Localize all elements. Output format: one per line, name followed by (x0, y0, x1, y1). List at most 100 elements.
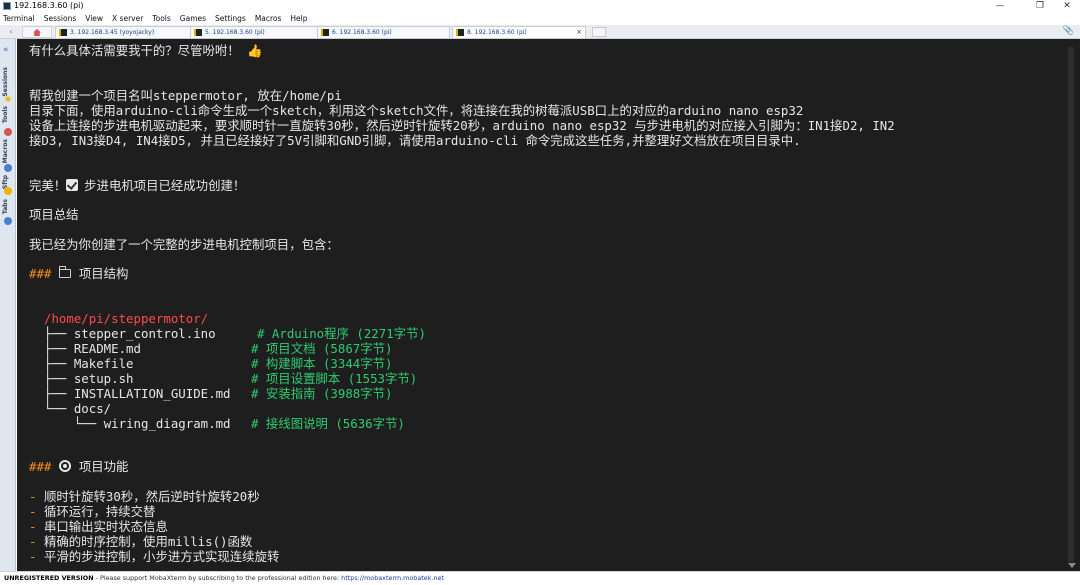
heading-marker: ### (29, 266, 52, 281)
target-icon (58, 460, 71, 472)
tab-label: 3. 192.168.3.45 (yoyojacky) (70, 29, 155, 36)
minimize-button[interactable]: — (985, 0, 1015, 12)
terminal-tab-icon (194, 29, 202, 36)
request-line: 接D3, IN3接D4, IN4接D5, 并且已经接好了5V引脚和GND引脚，请… (29, 133, 801, 148)
bullet-marker: - (29, 489, 37, 504)
sftp-icon (4, 187, 12, 195)
terminal-output[interactable]: 有什么具体活需要我干的？尽管吩咐！ 👍 帮我创建一个项目名叫steppermot… (17, 39, 1062, 571)
feature-item: - 精确的时序控制，使用millis()函数 (29, 534, 252, 549)
checkbox-checked-icon (66, 179, 79, 191)
success-message: 步进电机项目已经成功创建！ (84, 178, 246, 193)
feature-text: 精确的时序控制，使用millis()函数 (43, 534, 253, 549)
tree-comment: # 项目文档 (5867字节) (251, 341, 393, 356)
sidebar-sessions[interactable]: Sessions (2, 67, 9, 97)
tab-home[interactable] (22, 26, 52, 38)
macros-icon (4, 164, 12, 172)
tree-branch: └── (44, 416, 104, 431)
tab-session-5[interactable]: 5. 192.168.3.60 (pi) (190, 26, 318, 38)
sidebar-macros[interactable]: Macros (2, 139, 9, 163)
status-message: - Please support MobaXterm by subscribin… (93, 574, 342, 582)
menu-terminal[interactable]: Terminal (3, 12, 35, 25)
tree-name: wiring_diagram.md (103, 416, 231, 431)
feature-text: 串口输出实时状态信息 (43, 519, 168, 534)
menu-x-server[interactable]: X server (112, 12, 143, 25)
tree-row: ├── stepper_control.ino (44, 326, 216, 341)
request-line: 目录下面，使用arduino-cli命令生成一个sketch，利用这个sketc… (29, 103, 804, 118)
menu-sessions[interactable]: Sessions (44, 12, 77, 25)
summary-text: 我已经为你创建了一个完整的步进电机控制项目，包含： (29, 237, 339, 252)
feature-item: - 循环运行，持续交替 (29, 504, 155, 519)
tree-name: INSTALLATION_GUIDE.md (73, 386, 231, 401)
menu-settings[interactable]: Settings (215, 12, 246, 25)
window-title: 192.168.3.60 (pi) (14, 1, 84, 10)
close-button[interactable]: ✕ (1052, 0, 1080, 12)
feature-item: - 顺时针旋转30秒，然后逆时针旋转20秒 (29, 489, 260, 504)
vertical-scrollbar[interactable] (1062, 39, 1080, 571)
bullet-marker: - (29, 504, 37, 519)
tree-row: └── docs/ (44, 401, 111, 416)
unregistered-label: UNREGISTERED VERSION (4, 574, 94, 582)
feature-item: - 平滑的步进控制，小步进方式实现连续旋转 (29, 549, 279, 564)
menu-view[interactable]: View (85, 12, 103, 25)
tree-comment: # 接线图说明 (5636字节) (251, 416, 405, 431)
terminal-line: 有什么具体活需要我干的？尽管吩咐！ 👍 (29, 43, 263, 58)
success-label: 完美！ (29, 178, 67, 193)
tree-name: Makefile (73, 356, 134, 371)
collapse-sidebar-icon[interactable]: « (3, 45, 9, 55)
tab-close-icon[interactable]: × (576, 27, 582, 38)
tree-branch: ├── (44, 386, 74, 401)
tab-session-3[interactable]: 3. 192.168.3.45 (yoyojacky) (55, 26, 191, 38)
tree-branch: ├── (44, 371, 74, 386)
tree-row: ├── README.md (44, 341, 141, 356)
summary-title: 项目总结 (29, 207, 79, 222)
feature-item: - 串口输出实时状态信息 (29, 519, 168, 534)
paperclip-icon[interactable]: 📎 (1063, 26, 1074, 36)
tree-comment: # 安装指南 (3988字节) (251, 386, 393, 401)
menu-tools[interactable]: Tools (152, 12, 170, 25)
side-panel: « Sessions Tools Macros Sftp Tabs (0, 39, 16, 571)
structure-heading: ### 项目结构 (29, 266, 128, 281)
chevron-left-icon[interactable]: ‹ (4, 26, 18, 38)
folder-icon (58, 266, 71, 278)
tab-session-6[interactable]: 6. 192.168.3.60 (pi) (317, 26, 450, 38)
tree-name: README.md (73, 341, 141, 356)
terminal-tab-icon (321, 29, 329, 36)
menu-bar: Terminal Sessions View X server Tools Ga… (0, 12, 1080, 25)
maximize-button[interactable]: ❐ (1025, 0, 1055, 12)
tab-label: 8. 192.168.3.60 (pi) (467, 29, 527, 36)
menu-macros[interactable]: Macros (255, 12, 282, 25)
sidebar-tabs[interactable]: Tabs (2, 199, 9, 214)
scrollbar-thumb[interactable] (1068, 47, 1074, 562)
new-tab-button[interactable] (592, 27, 606, 37)
structure-heading-text: 项目结构 (78, 266, 129, 281)
scroll-down-icon[interactable] (1068, 563, 1076, 568)
feature-text: 平滑的步进控制，小步进方式实现连续旋转 (43, 549, 280, 564)
home-icon (33, 29, 41, 36)
request-line: 帮我创建一个项目名叫steppermotor, 放在/home/pi (29, 88, 342, 103)
menu-games[interactable]: Games (180, 12, 206, 25)
tree-row: ├── Makefile (44, 356, 134, 371)
tree-branch: ├── (44, 356, 74, 371)
tree-comment: # Arduino程序 (2271字节) (257, 326, 426, 341)
bullet-marker: - (29, 534, 37, 549)
menu-help[interactable]: Help (290, 12, 307, 25)
request-line: 设备上连接的步进电机驱动起来，要求顺时针一直旋转30秒，然后逆时针旋转20秒，a… (29, 118, 895, 133)
tabs-icon (4, 217, 12, 225)
terminal-tab-icon (59, 29, 67, 36)
tree-name: docs/ (73, 401, 112, 416)
sidebar-tools[interactable]: Tools (2, 106, 9, 123)
bullet-marker: - (29, 519, 37, 534)
tab-label: 6. 192.168.3.60 (pi) (332, 29, 392, 36)
tree-name: setup.sh (73, 371, 134, 386)
heading-marker: ### (29, 459, 52, 474)
tree-comment: # 项目设置脚本 (1553字节) (251, 371, 418, 386)
root-path: /home/pi/steppermotor/ (44, 311, 209, 326)
status-bar: UNREGISTERED VERSION - Please support Mo… (0, 571, 1080, 585)
tab-session-8[interactable]: 8. 192.168.3.60 (pi) × (452, 26, 586, 38)
tree-comment: # 构建脚本 (3344字节) (251, 356, 393, 371)
mobaxterm-link[interactable]: https://mobaxterm.mobatek.net (341, 574, 444, 582)
feature-text: 顺时针旋转30秒，然后逆时针旋转20秒 (43, 489, 260, 504)
title-bar: 192.168.3.60 (pi) — ❐ ✕ (0, 0, 1080, 12)
tree-branch: ├── (44, 341, 74, 356)
features-heading-text: 项目功能 (78, 459, 129, 474)
